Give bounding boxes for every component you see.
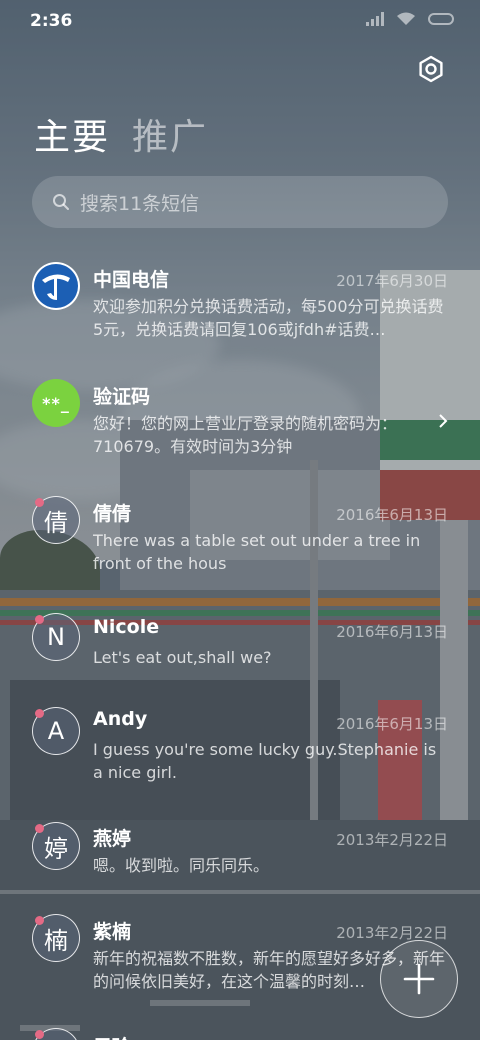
message-preview: 欢迎参加积分兑换话费活动，每500分可兑换话费5元，兑换话费请回复106或jfd… xyxy=(93,297,444,339)
sender-name: 燕婷 xyxy=(93,828,132,850)
avatar-text: 婷 xyxy=(44,834,68,863)
china-telecom-logo xyxy=(34,264,78,308)
sender-name: Nicole xyxy=(93,616,160,638)
list-item[interactable]: 中国电信 2017年6月30日 欢迎参加积分兑换话费活动，每500分可兑换话费5… xyxy=(0,262,480,372)
list-item[interactable]: 婷 燕婷 2013年2月22日 嗯。收到啦。同乐同乐。 xyxy=(0,822,480,907)
sender-name: 倩倩 xyxy=(93,503,132,525)
message-date: 2017年6月30日 xyxy=(336,272,448,290)
avatar-text: 倩 xyxy=(44,508,68,537)
compose-button[interactable] xyxy=(380,940,458,1018)
message-date: 2013年2月22日 xyxy=(336,831,448,849)
avatar: A xyxy=(32,707,80,755)
message-date: 2016年6月13日 xyxy=(336,506,448,524)
sender-name: 紫楠 xyxy=(93,921,132,943)
message-preview: I guess you're some lucky guy.Stephanie … xyxy=(93,740,437,782)
message-list: 中国电信 2017年6月30日 欢迎参加积分兑换话费活动，每500分可兑换话费5… xyxy=(0,0,480,1040)
unread-dot xyxy=(35,709,44,718)
list-item[interactable]: A Andy 2016年6月13日 I guess you're some lu… xyxy=(0,707,480,817)
message-date: 2013年2月22日 xyxy=(336,924,448,942)
unread-dot xyxy=(35,916,44,925)
sender-name: 中国电信 xyxy=(93,269,170,291)
unread-dot xyxy=(35,615,44,624)
list-item[interactable]: **_ 验证码 您好！您的网上营业厅登录的随机密码为：710679。有效时间为3… xyxy=(0,379,480,489)
avatar: N xyxy=(32,613,80,661)
list-item[interactable]: 子玲 xyxy=(0,1028,480,1040)
sender-name: Andy xyxy=(93,708,148,730)
avatar: 婷 xyxy=(32,822,80,870)
chevron-right-icon xyxy=(439,414,448,428)
avatar: 倩 xyxy=(32,496,80,544)
message-preview: 您好！您的网上营业厅登录的随机密码为：710679。有效时间为3分钟 xyxy=(93,414,398,456)
avatar: **_ xyxy=(32,379,80,427)
message-date: 2016年6月13日 xyxy=(336,715,448,733)
message-preview: There was a table set out under a tree i… xyxy=(93,531,421,573)
avatar xyxy=(32,1028,80,1040)
unread-dot xyxy=(35,824,44,833)
avatar-text: 楠 xyxy=(44,926,68,955)
list-item[interactable]: 倩 倩倩 2016年6月13日 There was a table set ou… xyxy=(0,496,480,606)
sender-name: 验证码 xyxy=(93,386,151,408)
message-preview: 嗯。收到啦。同乐同乐。 xyxy=(93,856,270,875)
avatar xyxy=(32,262,80,310)
message-date: 2016年6月13日 xyxy=(336,623,448,641)
sender-name: 子玲 xyxy=(93,1032,131,1040)
plus-icon xyxy=(403,963,435,995)
avatar-text: **_ xyxy=(42,393,70,413)
avatar-text: N xyxy=(47,623,65,651)
message-preview: Let's eat out,shall we? xyxy=(93,648,272,667)
unread-dot xyxy=(35,498,44,507)
list-item[interactable]: N Nicole 2016年6月13日 Let's eat out,shall … xyxy=(0,613,480,698)
avatar: 楠 xyxy=(32,914,80,962)
unread-dot xyxy=(35,1030,44,1039)
avatar-text: A xyxy=(47,717,65,745)
